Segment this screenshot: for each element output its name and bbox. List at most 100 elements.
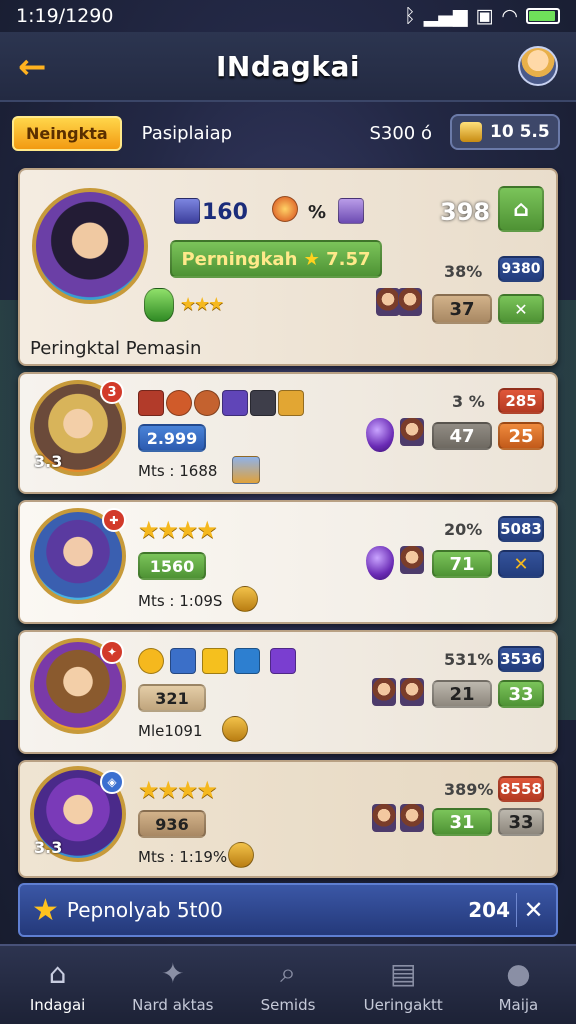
- stat-c: 33: [498, 808, 544, 836]
- chest-icon: [232, 456, 260, 484]
- nav-label: Indagai: [29, 996, 86, 1014]
- stat-b: 71: [432, 550, 492, 578]
- nav-label: Nard aktas: [132, 996, 214, 1014]
- document-icon: ▤: [389, 956, 417, 990]
- stat-a: 9380: [498, 256, 544, 282]
- item-icon: [234, 648, 260, 674]
- claim-button[interactable]: ⌂: [498, 186, 544, 232]
- signal-icon: ▂▄▆: [423, 5, 468, 27]
- data-icon: ▣: [475, 5, 494, 27]
- badge-a: 3: [100, 380, 124, 404]
- badge-icon: ✦: [161, 956, 185, 990]
- banner-value: 204: [468, 898, 510, 922]
- star-icon: ★: [32, 892, 59, 928]
- level-b: %: [308, 202, 327, 223]
- level: 321: [138, 684, 206, 712]
- cube-icon: [174, 198, 200, 224]
- wifi-icon: ◠: [501, 5, 518, 27]
- nav-item-ranking[interactable]: ▤ Ueringaktt: [346, 946, 461, 1024]
- percent: 3 %: [452, 392, 485, 411]
- percent: 389%: [444, 780, 494, 799]
- search-icon: ⌕: [280, 956, 296, 989]
- home-icon: ⌂: [48, 956, 67, 990]
- filter-tag[interactable]: Neingkta: [12, 115, 122, 151]
- percent: 20%: [444, 520, 483, 539]
- stat-b: 37: [432, 294, 492, 324]
- team-icon: [372, 804, 396, 832]
- filter-label: Pasiplaiap: [141, 122, 233, 144]
- stat-a: 3536: [498, 646, 544, 672]
- mts: Mts : 1:09S: [138, 592, 223, 610]
- coin-icon: [232, 586, 258, 612]
- team-icon: [400, 804, 424, 832]
- flame-icon: [272, 196, 298, 222]
- level: 936: [138, 810, 206, 838]
- list-item[interactable]: ✚ ★★★★ 1560 Mts : 1:09S 20% 5083 71 ✕: [18, 500, 558, 624]
- team-icon: [372, 678, 396, 706]
- stat-a: 8558: [498, 776, 544, 802]
- list-item[interactable]: ◈ 3.3 ★★★★ 936 Mts : 1:19% 389% 8558 31 …: [18, 760, 558, 878]
- percent: 531%: [444, 650, 494, 669]
- close-icon[interactable]: ✕: [498, 294, 544, 324]
- item-icon: [138, 648, 164, 674]
- banner-label: Pepnolyab 5t00: [66, 898, 223, 922]
- shield-icon: [144, 288, 174, 322]
- filter-bar: Neingkta Pasiplaiap S300 ó 10 5.5: [12, 112, 564, 154]
- close-icon[interactable]: ✕: [498, 550, 544, 578]
- star-icon: ★: [303, 248, 320, 270]
- item-icon: [166, 390, 192, 416]
- badge-icon: ✦: [100, 640, 124, 664]
- star-rating: ★★★★: [138, 516, 218, 544]
- stat-a: 285: [498, 388, 544, 414]
- level: 2.999: [138, 424, 206, 452]
- team-icon: [400, 546, 424, 574]
- stat-b: 47: [432, 422, 492, 450]
- back-arrow-icon[interactable]: ←: [18, 50, 56, 84]
- star-rating: ★★★: [180, 294, 224, 315]
- close-icon[interactable]: ✕: [516, 893, 550, 927]
- bluetooth-icon: ᛒ: [404, 5, 416, 27]
- team-icon: [400, 678, 424, 706]
- bottom-nav: ⌂ Indagai ✦ Nard aktas ⌕ Semids ▤ Uering…: [0, 944, 576, 1024]
- team-icon: [376, 288, 400, 316]
- page-title: INdagkai: [216, 49, 360, 83]
- team-icon: [400, 418, 424, 446]
- coin-icon: [460, 122, 482, 142]
- level: 1560: [138, 552, 206, 580]
- rank-badge: Perningkah ★ 7.57: [170, 240, 382, 278]
- badge-icon: ✚: [102, 508, 126, 532]
- summary-banner[interactable]: ★ Pepnolyab 5t00 204 ✕: [18, 883, 558, 937]
- coin-counter[interactable]: 10 5.5: [450, 114, 560, 150]
- mts: Mts : 1688: [138, 462, 218, 480]
- nav-item-search[interactable]: ⌕ Semids: [230, 946, 345, 1024]
- item-icon: [194, 390, 220, 416]
- list-item[interactable]: 3 3.3 2.999 Mts : 1688 3 % 285 47 25: [18, 372, 558, 494]
- coin-icon: [222, 716, 248, 742]
- card-name: Peringktal Pemasin: [30, 338, 202, 359]
- level-a: 160: [202, 200, 248, 225]
- filter-value: S300 ó: [369, 122, 432, 144]
- stat-c: 33: [498, 680, 544, 708]
- item-icon: [170, 648, 196, 674]
- user-icon: ●: [506, 956, 531, 990]
- stat-b: 31: [432, 808, 492, 836]
- battery-icon: [526, 8, 560, 24]
- nav-label: Maija: [498, 996, 539, 1014]
- coin-value: 10 5.5: [490, 122, 550, 142]
- team-icon: [398, 288, 422, 316]
- hero-portrait: [32, 188, 148, 304]
- nav-item-profile[interactable]: ● Maija: [461, 946, 576, 1024]
- stat-a: 5083: [498, 516, 544, 542]
- item-icon: [222, 390, 248, 416]
- nav-item-cards[interactable]: ✦ Nard aktas: [115, 946, 230, 1024]
- item-icon: [270, 648, 296, 674]
- leader-card[interactable]: 160 % 398 ⌂ Perningkah ★ 7.57 38% 9380 ★…: [18, 168, 558, 366]
- badge-a: 3.3: [34, 838, 63, 857]
- avatar[interactable]: [518, 46, 558, 86]
- nav-item-home[interactable]: ⌂ Indagai: [0, 946, 115, 1024]
- item-icon: [250, 390, 276, 416]
- list-item[interactable]: ✦ 321 Mle1091 531% 3536 21 33: [18, 630, 558, 754]
- percent: 38%: [444, 262, 483, 281]
- mts: Mts : 1:19%: [138, 848, 228, 866]
- nav-label: Semids: [260, 996, 316, 1014]
